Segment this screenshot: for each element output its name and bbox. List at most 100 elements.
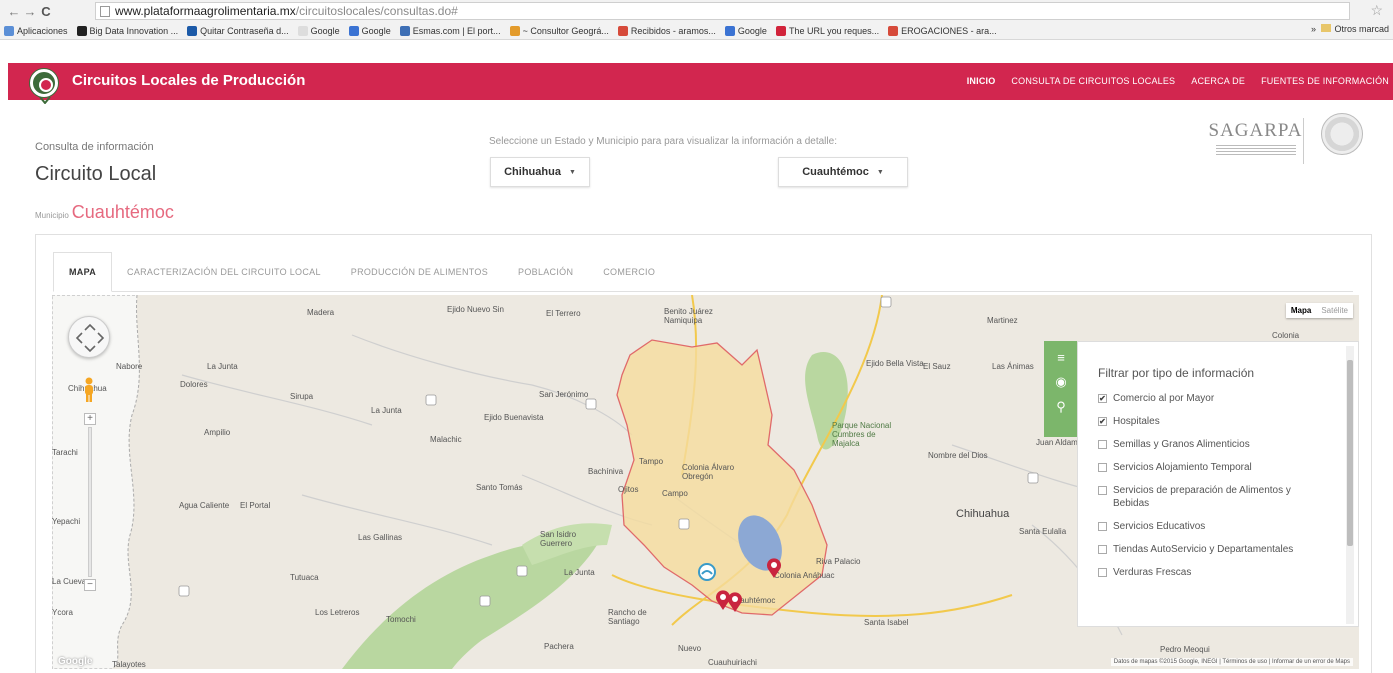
- pan-control[interactable]: [68, 316, 110, 358]
- tab-caracterizacion[interactable]: CARACTERIZACIÓN DEL CIRCUITO LOCAL: [112, 252, 336, 292]
- page-title: Circuito Local: [35, 163, 157, 185]
- map-place-label: El Portal: [240, 501, 271, 510]
- reload-icon[interactable]: C: [38, 4, 54, 19]
- bookmark-item[interactable]: ~ Consultor Geográ...: [509, 25, 609, 36]
- checkbox-unchecked[interactable]: [1098, 486, 1107, 495]
- mexico-seal-icon: [1321, 113, 1363, 155]
- bookmark-label: Quitar Contraseña d...: [200, 25, 289, 36]
- map-place-label: El Sauz: [923, 362, 951, 371]
- tab-mapa[interactable]: MAPA: [53, 252, 113, 292]
- map-marker-hospital-icon[interactable]: [726, 591, 744, 613]
- bookmark-item[interactable]: Big Data Innovation ...: [76, 25, 178, 36]
- other-bookmarks[interactable]: » Otros marcad: [1311, 24, 1389, 34]
- bookmark-icon: [4, 25, 14, 36]
- zoom-slider[interactable]: [88, 427, 92, 577]
- bookmark-item[interactable]: Recibidos - aramos...: [617, 25, 716, 36]
- bookmark-item[interactable]: Google: [348, 25, 391, 36]
- filter-scrollbar[interactable]: [1346, 346, 1354, 624]
- layers-icon[interactable]: ≡: [1044, 350, 1078, 365]
- checkbox-checked[interactable]: ✔: [1098, 417, 1107, 426]
- nav-inicio[interactable]: INICIO: [967, 76, 996, 86]
- checkbox-unchecked[interactable]: [1098, 568, 1107, 577]
- url-host: www.plataformaagrolimentaria.mx: [115, 4, 296, 18]
- filter-label: Comercio al por Mayor: [1113, 393, 1215, 404]
- map-place-label: Sirupa: [290, 392, 314, 401]
- chevron-down-icon: ▼: [876, 168, 884, 176]
- filter-item[interactable]: Verduras Frescas: [1098, 566, 1358, 579]
- filter-label: Servicios de preparación de Alimentos y …: [1113, 485, 1291, 509]
- tab-comercio[interactable]: COMERCIO: [588, 252, 670, 292]
- map-type-satelite[interactable]: Satélite: [1316, 303, 1353, 318]
- checkbox-checked[interactable]: ✔: [1098, 394, 1107, 403]
- app-title[interactable]: Circuitos Locales de Producción: [72, 72, 305, 89]
- map-canvas[interactable]: Madera Ejido Nuevo Sin El Terrero Benito Ju…: [52, 295, 1359, 669]
- nav-consulta[interactable]: CONSULTA DE CIRCUITOS LOCALES: [1011, 76, 1175, 86]
- map-tools-bar: ≡ ◉ ⚲: [1044, 341, 1078, 437]
- municipio-label: Municipio: [35, 211, 69, 220]
- bookmark-item[interactable]: The URL you reques...: [775, 25, 879, 36]
- bookmark-label: Google: [737, 25, 767, 36]
- filter-label: Semillas y Granos Alimenticios: [1113, 439, 1250, 450]
- bookmarks-more[interactable]: »: [1311, 24, 1316, 34]
- bookmark-item[interactable]: Esmas.com | El port...: [399, 25, 501, 36]
- filter-item[interactable]: Tiendas AutoServicio y Departamentales: [1098, 543, 1358, 556]
- map-place-label: Santo Tomás: [476, 483, 523, 492]
- forward-icon[interactable]: →: [22, 4, 38, 19]
- filter-scroll-thumb[interactable]: [1347, 360, 1353, 546]
- nav-fuentes[interactable]: FUENTES DE INFORMACIÓN: [1261, 76, 1389, 86]
- zoom-out-button[interactable]: −: [84, 579, 96, 591]
- zoom-in-button[interactable]: +: [84, 413, 96, 425]
- filter-item[interactable]: ✔ Comercio al por Mayor: [1098, 392, 1358, 405]
- map-place-label: Rancho de Santiago: [608, 608, 647, 626]
- municipio-select[interactable]: Cuauhtémoc ▼: [778, 157, 908, 187]
- map-place-label: Bachíniva: [588, 467, 624, 476]
- bookmark-label: Esmas.com | El port...: [412, 25, 501, 36]
- bookmarks-bar: Aplicaciones Big Data Innovation ... Quita…: [0, 22, 1393, 40]
- filter-item[interactable]: Servicios de preparación de Alimentos y …: [1098, 484, 1358, 510]
- tab-poblacion[interactable]: POBLACIÓN: [503, 252, 588, 292]
- map-marker-hospital-icon[interactable]: [765, 557, 783, 579]
- map-place-label: Malachic: [430, 435, 462, 444]
- map-attribution[interactable]: Datos de mapas ©2015 Google, INEGI | Tér…: [1110, 658, 1353, 666]
- bookmark-icon: [187, 25, 198, 36]
- logo-pin-icon: [39, 96, 51, 104]
- checkbox-unchecked[interactable]: [1098, 522, 1107, 531]
- back-icon[interactable]: ←: [6, 4, 22, 19]
- bookmark-item[interactable]: Google: [297, 25, 340, 36]
- bookmark-item[interactable]: Google: [724, 25, 767, 36]
- map-marker-comercio-icon[interactable]: [698, 563, 716, 585]
- filter-item[interactable]: Servicios Alojamiento Temporal: [1098, 461, 1358, 474]
- filter-item[interactable]: Servicios Educativos: [1098, 520, 1358, 533]
- filter-title: Filtrar por tipo de información: [1098, 366, 1255, 380]
- street-view-pegman-icon[interactable]: [81, 377, 97, 403]
- search-icon[interactable]: ⚲: [1044, 399, 1078, 415]
- zoom-control: + −: [84, 413, 96, 591]
- state-select[interactable]: Chihuahua ▼: [490, 157, 590, 187]
- bookmark-star-icon[interactable]: ☆: [1370, 2, 1383, 19]
- state-select-value: Chihuahua: [504, 166, 561, 178]
- filter-item[interactable]: Semillas y Granos Alimenticios: [1098, 438, 1358, 451]
- checkbox-unchecked[interactable]: [1098, 463, 1107, 472]
- bookmark-icon: [888, 25, 899, 36]
- section-label: Consulta de información: [35, 141, 154, 153]
- address-bar[interactable]: www.plataformaagrolimentaria.mx/circuito…: [95, 2, 1350, 20]
- filter-item[interactable]: ✔ Hospitales: [1098, 415, 1358, 428]
- map-place-label: Colonia Álvaro Obregón: [682, 463, 735, 481]
- chevron-down-icon: ▼: [568, 168, 576, 176]
- map-place-label: El Terrero: [546, 309, 581, 318]
- checkbox-unchecked[interactable]: [1098, 440, 1107, 449]
- map-type-mapa[interactable]: Mapa: [1285, 303, 1317, 318]
- map-place-label: La Cueva: [52, 577, 87, 586]
- checkbox-unchecked[interactable]: [1098, 545, 1107, 554]
- tab-produccion[interactable]: PRODUCCIÓN DE ALIMENTOS: [336, 252, 503, 292]
- filter-label: Servicios Alojamiento Temporal: [1113, 462, 1252, 473]
- map-place-label: Talayotes: [112, 660, 146, 669]
- nav-acerca[interactable]: ACERCA DE: [1191, 76, 1245, 86]
- filter-list: ✔ Comercio al por Mayor ✔ Hospitales Semilla…: [1098, 392, 1358, 579]
- bookmark-item[interactable]: Aplicaciones: [4, 25, 68, 36]
- bookmark-item[interactable]: Quitar Contraseña d...: [187, 25, 289, 36]
- app-logo-icon[interactable]: [30, 69, 58, 97]
- bookmark-item[interactable]: EROGACIONES - ara...: [888, 25, 997, 36]
- bookmark-label: Google: [361, 25, 391, 36]
- database-icon[interactable]: ◉: [1044, 374, 1078, 390]
